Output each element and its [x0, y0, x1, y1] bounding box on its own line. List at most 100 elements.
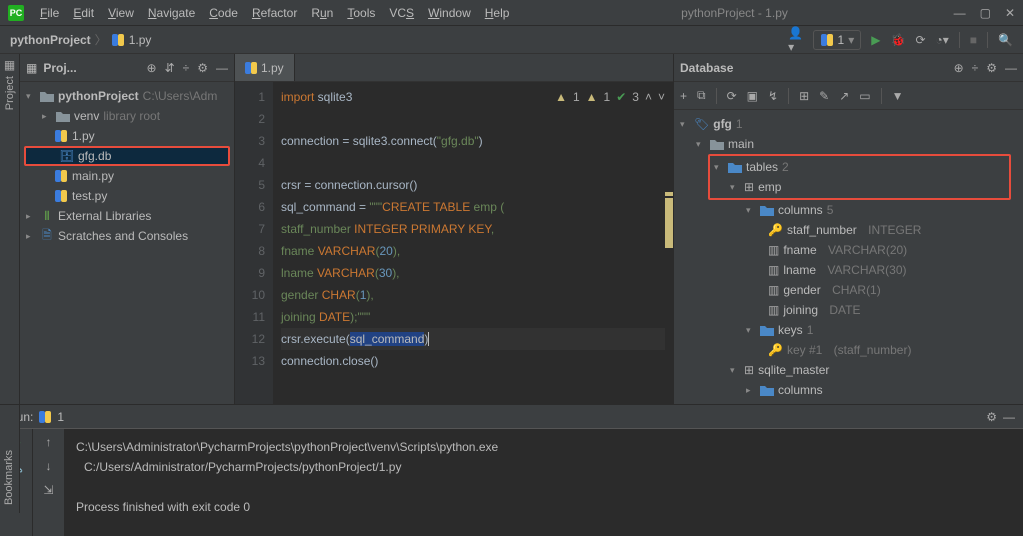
run-button-icon[interactable]: ▶ [871, 33, 880, 47]
project-tool-label[interactable]: Project [4, 72, 16, 114]
editor-body[interactable]: 12345678910111213 ▲1 ▲1 ✔3 ˄˅ import sql… [235, 82, 673, 404]
collapse-icon[interactable]: ÷ [972, 61, 979, 75]
chevron-right-icon[interactable]: ▸ [26, 211, 36, 222]
gear-icon[interactable]: ⚙ [197, 61, 208, 75]
chevron-down-icon[interactable]: ▾ [730, 182, 740, 193]
menu-edit[interactable]: Edit [67, 4, 100, 22]
menu-view[interactable]: View [102, 4, 140, 22]
tree-item-venv[interactable]: ▸ venv library root [20, 106, 234, 126]
key-icon: 🔑 [768, 343, 783, 357]
table-icon[interactable]: ⊞ [799, 89, 809, 103]
profile-icon[interactable]: ◔▾ [936, 33, 949, 47]
menu-refactor[interactable]: Refactor [246, 4, 303, 22]
db-column[interactable]: 🔑staff_number INTEGER [674, 220, 1023, 240]
hide-icon[interactable]: — [1003, 410, 1015, 424]
bookmarks-label[interactable]: Bookmarks [3, 450, 15, 505]
menu-run[interactable]: Run [305, 4, 339, 22]
duplicate-icon[interactable]: ⧉ [697, 88, 706, 103]
expand-icon[interactable]: ⇵ [165, 61, 175, 75]
filter-icon[interactable]: ▼ [892, 89, 904, 103]
db-tables-folder[interactable]: ▾ tables 2 [710, 157, 1009, 177]
breadcrumb-file[interactable]: 1.py [111, 33, 152, 47]
chevron-down-icon[interactable]: ▾ [26, 91, 36, 102]
db-keys-folder[interactable]: ▾ keys 1 [674, 320, 1023, 340]
check-icon: ✔ [616, 86, 626, 108]
menu-file[interactable]: File [34, 4, 65, 22]
chevron-up-icon[interactable]: ˄ [645, 86, 652, 108]
gear-icon[interactable]: ⚙ [986, 61, 997, 75]
tree-scratches[interactable]: ▸ 🗎 Scratches and Consoles [20, 226, 234, 246]
db-key[interactable]: 🔑key #1 (staff_number) [674, 340, 1023, 360]
chevron-down-icon[interactable]: ▾ [680, 119, 690, 130]
project-tool-icon[interactable]: ▦ [4, 58, 15, 72]
chevron-down-icon[interactable]: ▾ [746, 325, 756, 336]
tree-item-gfgdb[interactable]: 🗄 gfg.db [24, 146, 230, 166]
refresh-icon[interactable]: ⟳ [727, 89, 737, 103]
edit-icon[interactable]: ✎ [819, 89, 829, 103]
db-columns-folder[interactable]: ▾ columns 5 [674, 200, 1023, 220]
tree-external-libs[interactable]: ▸ ⦀ External Libraries [20, 206, 234, 226]
menu-window[interactable]: Window [422, 4, 477, 22]
debug-button-icon[interactable]: 🐞 [891, 33, 906, 47]
db-column[interactable]: ▥joining DATE [674, 300, 1023, 320]
search-icon[interactable]: 🔍 [998, 33, 1013, 47]
run-output[interactable]: C:\Users\Administrator\PycharmProjects\p… [64, 429, 1023, 536]
tree-item-mainpy[interactable]: main.py [20, 166, 234, 186]
tree-item-testpy[interactable]: test.py [20, 186, 234, 206]
chevron-down-icon[interactable]: ▾ [696, 139, 706, 150]
menu-navigate[interactable]: Navigate [142, 4, 201, 22]
stop-icon[interactable]: ▣ [747, 89, 758, 103]
db-column[interactable]: ▥lname VARCHAR(30) [674, 260, 1023, 280]
stop-button-icon[interactable]: ■ [970, 33, 977, 47]
up-icon[interactable]: ↑ [46, 435, 52, 449]
project-view-icon[interactable]: ▦ [26, 61, 37, 75]
down-icon[interactable]: ↓ [46, 459, 52, 473]
menu-code[interactable]: Code [203, 4, 244, 22]
window-title: pythonProject - 1.py [515, 6, 953, 20]
chevron-right-icon[interactable]: ▸ [42, 111, 52, 122]
db-table-emp[interactable]: ▾ ⊞ emp [710, 177, 1009, 197]
hide-icon[interactable]: — [1005, 61, 1017, 75]
db-schema-main[interactable]: ▾ main [674, 134, 1023, 154]
db-column[interactable]: ▥gender CHAR(1) [674, 280, 1023, 300]
database-panel: Database ⊕ ÷ ⚙ — + ⧉ ⟳ ▣ ↯ ⊞ ✎ ↗ ▭ ▼ ▾ [673, 54, 1023, 404]
hide-icon[interactable]: — [216, 61, 228, 75]
add-icon[interactable]: + [680, 89, 687, 103]
chevron-down-icon[interactable]: ▾ [730, 365, 740, 376]
db-sqlite-master[interactable]: ▾ ⊞ sqlite_master [674, 360, 1023, 380]
folder-icon [40, 89, 54, 103]
coverage-icon[interactable]: ⟳ [915, 33, 925, 47]
close-icon[interactable]: ✕ [1005, 6, 1015, 20]
collapse-icon[interactable]: ÷ [183, 61, 190, 75]
console-icon[interactable]: ▭ [859, 89, 870, 103]
tree-item-1py[interactable]: 1.py [20, 126, 234, 146]
project-tree: ▾ pythonProject C:\Users\Adm ▸ venv libr… [20, 82, 234, 250]
chevron-down-icon[interactable]: ▾ [746, 205, 756, 216]
error-stripe[interactable] [663, 82, 673, 404]
gear-icon[interactable]: ⚙ [986, 410, 997, 424]
target-icon[interactable]: ⊕ [147, 61, 157, 75]
menu-vcs[interactable]: VCS [383, 4, 420, 22]
tx-icon[interactable]: ↯ [768, 89, 778, 103]
db-sqlite-master-label: sqlite_master [758, 363, 829, 377]
chevron-right-icon[interactable]: ▸ [746, 385, 756, 396]
target-icon[interactable]: ⊕ [954, 61, 964, 75]
menu-tools[interactable]: Tools [341, 4, 381, 22]
run-config-selector[interactable]: 1 ▾ [813, 30, 862, 50]
wrap-icon[interactable]: ⇲ [43, 483, 53, 497]
maximize-icon[interactable]: ▢ [980, 6, 991, 20]
minimize-icon[interactable]: — [954, 6, 966, 20]
code-area[interactable]: ▲1 ▲1 ✔3 ˄˅ import sqlite3 connection = … [273, 82, 673, 404]
chevron-down-icon[interactable]: ▾ [714, 162, 724, 173]
tree-root[interactable]: ▾ pythonProject C:\Users\Adm [20, 86, 234, 106]
db-sm-columns[interactable]: ▸ columns [674, 380, 1023, 400]
inspection-widget[interactable]: ▲1 ▲1 ✔3 ˄˅ [555, 86, 665, 108]
editor-tab-1py[interactable]: 1.py [235, 54, 295, 81]
chevron-right-icon[interactable]: ▸ [26, 231, 36, 242]
menu-help[interactable]: Help [479, 4, 516, 22]
db-column[interactable]: ▥fname VARCHAR(20) [674, 240, 1023, 260]
jump-icon[interactable]: ↗ [839, 89, 849, 103]
user-icon[interactable]: 👤▾ [789, 33, 803, 47]
db-datasource[interactable]: ▾ 🏷 gfg 1 [674, 114, 1023, 134]
breadcrumb-project[interactable]: pythonProject [10, 33, 91, 47]
